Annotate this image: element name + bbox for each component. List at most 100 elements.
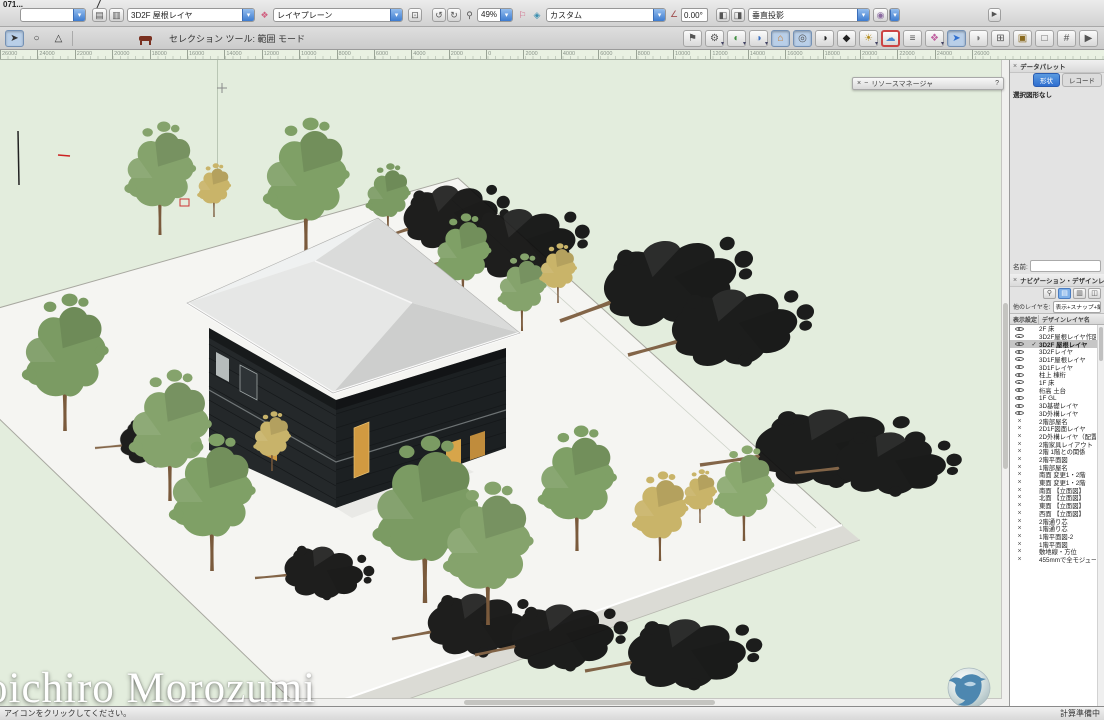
layer-visibility-toggle[interactable]: × bbox=[1010, 487, 1029, 494]
magnifier-icon[interactable]: ⚲ bbox=[463, 8, 476, 22]
flag-tool-icon[interactable]: ⚑ bbox=[683, 30, 702, 47]
chevron-down-icon[interactable] bbox=[73, 9, 85, 21]
layer-visibility-toggle[interactable]: × bbox=[1010, 333, 1029, 340]
layer-visibility-toggle[interactable]: × bbox=[1010, 395, 1029, 402]
layer-visibility-toggle[interactable]: × bbox=[1010, 464, 1029, 471]
plane-mode-dropdown[interactable]: レイヤプレーン bbox=[273, 8, 403, 22]
image-background-icon[interactable]: ▣ bbox=[1013, 30, 1032, 47]
drawing-canvas[interactable]: × − リソースマネージャ ? oichiro Morozumi bbox=[0, 60, 1009, 706]
presentation-style-icon[interactable]: ❖ bbox=[925, 30, 944, 47]
other-layers-dropdown[interactable]: 表示+スナップ+編集 bbox=[1053, 301, 1102, 313]
active-layer-dropdown[interactable]: 3D2F 屋根レイヤ bbox=[127, 8, 255, 22]
overflow-arrow-icon[interactable]: ▶ bbox=[1079, 30, 1098, 47]
view-pane-2-icon[interactable]: ◨ bbox=[731, 8, 745, 22]
zoom-level-dropdown[interactable]: 49% bbox=[477, 8, 513, 22]
pan-tool-icon[interactable]: ↺ bbox=[432, 8, 446, 22]
view-preset-dropdown[interactable]: カスタム bbox=[546, 8, 666, 22]
vertical-scrollbar[interactable] bbox=[1001, 60, 1009, 699]
layer-visibility-toggle[interactable]: × bbox=[1010, 325, 1029, 332]
chevron-down-icon[interactable] bbox=[857, 9, 869, 21]
layer-visibility-toggle[interactable]: × bbox=[1010, 364, 1029, 371]
layer-visibility-toggle[interactable]: × bbox=[1010, 387, 1029, 394]
tab-record[interactable]: レコード bbox=[1062, 73, 1102, 87]
layer-list-scrollbar[interactable] bbox=[1097, 325, 1104, 706]
tab-shape[interactable]: 形状 bbox=[1033, 73, 1060, 87]
3d-scene[interactable] bbox=[0, 60, 1009, 706]
455mmで全モジュール製図[interactable]: × ✓ 455mmで全モジュール製図 bbox=[1010, 556, 1104, 564]
layer-visibility-toggle[interactable]: × bbox=[1010, 425, 1029, 432]
close-icon[interactable]: × bbox=[1013, 277, 1017, 284]
sketch-style-icon[interactable]: ◗ bbox=[969, 30, 988, 47]
桁高 土台[interactable]: × ✓ 桁高 土台 bbox=[1010, 387, 1104, 395]
walkthrough-icon[interactable]: ⌂ bbox=[771, 30, 790, 47]
layer-visibility-toggle[interactable]: × bbox=[1010, 510, 1029, 517]
fit-to-objects-icon[interactable]: ◈ bbox=[530, 8, 544, 22]
background-render-icon[interactable]: ◑ bbox=[749, 30, 768, 47]
nav-viewports-icon[interactable]: ◫ bbox=[1088, 288, 1101, 299]
section-line-icon[interactable]: ≡ bbox=[903, 30, 922, 47]
polygon-marquee-tool-icon[interactable]: △ bbox=[49, 30, 68, 47]
sky-background-icon[interactable]: ☁ bbox=[881, 30, 900, 47]
layer-visibility-toggle[interactable]: × bbox=[1010, 494, 1029, 501]
layer-options-icon[interactable]: ❖ bbox=[258, 8, 271, 22]
help-icon[interactable]: ? bbox=[995, 80, 999, 87]
layer-visibility-toggle[interactable]: × bbox=[1010, 433, 1029, 440]
navigation-header[interactable]: × ナビゲーション・デザインレイヤ bbox=[1010, 274, 1104, 287]
layer-visibility-toggle[interactable]: × bbox=[1010, 548, 1029, 555]
layer-visibility-toggle[interactable]: × bbox=[1010, 556, 1029, 563]
view-capture-icon[interactable]: ◎ bbox=[793, 30, 812, 47]
layer-visibility-toggle[interactable]: × bbox=[1010, 348, 1029, 355]
chevron-down-icon[interactable] bbox=[500, 9, 512, 21]
surface-render-icon[interactable]: ◐ bbox=[727, 30, 746, 47]
furniture-tool-icon[interactable] bbox=[139, 36, 152, 41]
close-icon[interactable]: × bbox=[1013, 63, 1017, 70]
layer-visibility-toggle[interactable]: × bbox=[1010, 448, 1029, 455]
layer-visibility-toggle[interactable]: × bbox=[1010, 525, 1029, 532]
selection-tool-icon[interactable]: ➤ bbox=[5, 30, 24, 47]
layer-visibility-toggle[interactable]: × bbox=[1010, 371, 1029, 378]
layer-visibility-toggle[interactable]: × bbox=[1010, 471, 1029, 478]
layer-visibility-toggle[interactable]: × bbox=[1010, 456, 1029, 463]
camera-icon[interactable]: ◉ bbox=[873, 8, 888, 22]
window-tab[interactable]: 071... bbox=[3, 0, 23, 9]
chevron-down-icon[interactable] bbox=[653, 9, 665, 21]
layer-visibility-toggle[interactable]: × bbox=[1010, 518, 1029, 525]
name-input[interactable] bbox=[1030, 260, 1101, 272]
nav-search-icon[interactable]: ⚲ bbox=[1043, 288, 1056, 299]
page-icon[interactable]: ⊡ bbox=[408, 8, 422, 22]
ruler-corner-icon[interactable]: # bbox=[1057, 30, 1076, 47]
column-visibility[interactable]: 表示設定 bbox=[1010, 315, 1039, 324]
folder-icon[interactable]: ▥ bbox=[109, 8, 124, 22]
layer-visibility-toggle[interactable]: × bbox=[1010, 418, 1029, 425]
play-animation-icon[interactable]: ➤ bbox=[947, 30, 966, 47]
view-pane-icon[interactable]: ◧ bbox=[716, 8, 730, 22]
layer-visibility-toggle[interactable]: × bbox=[1010, 502, 1029, 509]
layer-visibility-toggle[interactable]: × bbox=[1010, 441, 1029, 448]
close-icon[interactable]: × bbox=[857, 80, 861, 87]
camera-options-dropdown[interactable] bbox=[889, 8, 900, 22]
layer-visibility-toggle[interactable]: × bbox=[1010, 533, 1029, 540]
layer-visibility-toggle[interactable]: × bbox=[1010, 356, 1029, 363]
rotate-view-icon[interactable]: ↻ bbox=[447, 8, 461, 22]
layer-visibility-toggle[interactable]: × bbox=[1010, 479, 1029, 486]
layer-visibility-toggle[interactable]: × bbox=[1010, 541, 1029, 548]
resource-manager-bar[interactable]: × − リソースマネージャ ? bbox=[852, 77, 1004, 90]
rotation-angle-field[interactable]: 0.00° bbox=[681, 8, 708, 22]
layer-visibility-toggle[interactable]: × bbox=[1010, 341, 1029, 348]
nav-design-layers-icon[interactable]: ▤ bbox=[1058, 288, 1071, 299]
flag-icon[interactable]: ⚐ bbox=[516, 8, 529, 22]
document-dropdown[interactable] bbox=[20, 8, 86, 22]
render-settings-icon[interactable]: ⚙ bbox=[705, 30, 724, 47]
sheet-icon[interactable]: □ bbox=[1035, 30, 1054, 47]
lock-icon[interactable]: ▤ bbox=[92, 8, 107, 22]
toolbar-overflow-button[interactable]: ▶ bbox=[988, 8, 1001, 22]
collapse-icon[interactable]: − bbox=[864, 80, 868, 87]
projection-dropdown[interactable]: 垂直投影 bbox=[748, 8, 870, 22]
chevron-down-icon[interactable] bbox=[242, 9, 254, 21]
chevron-down-icon[interactable] bbox=[890, 9, 899, 21]
lighting-icon[interactable]: ☀ bbox=[859, 30, 878, 47]
column-layer-name[interactable]: デザインレイヤ名 bbox=[1039, 315, 1104, 324]
contrast-icon[interactable]: ◑ bbox=[815, 30, 834, 47]
layer-visibility-toggle[interactable]: × bbox=[1010, 410, 1029, 417]
data-palette-header[interactable]: × データパレット bbox=[1010, 60, 1104, 73]
